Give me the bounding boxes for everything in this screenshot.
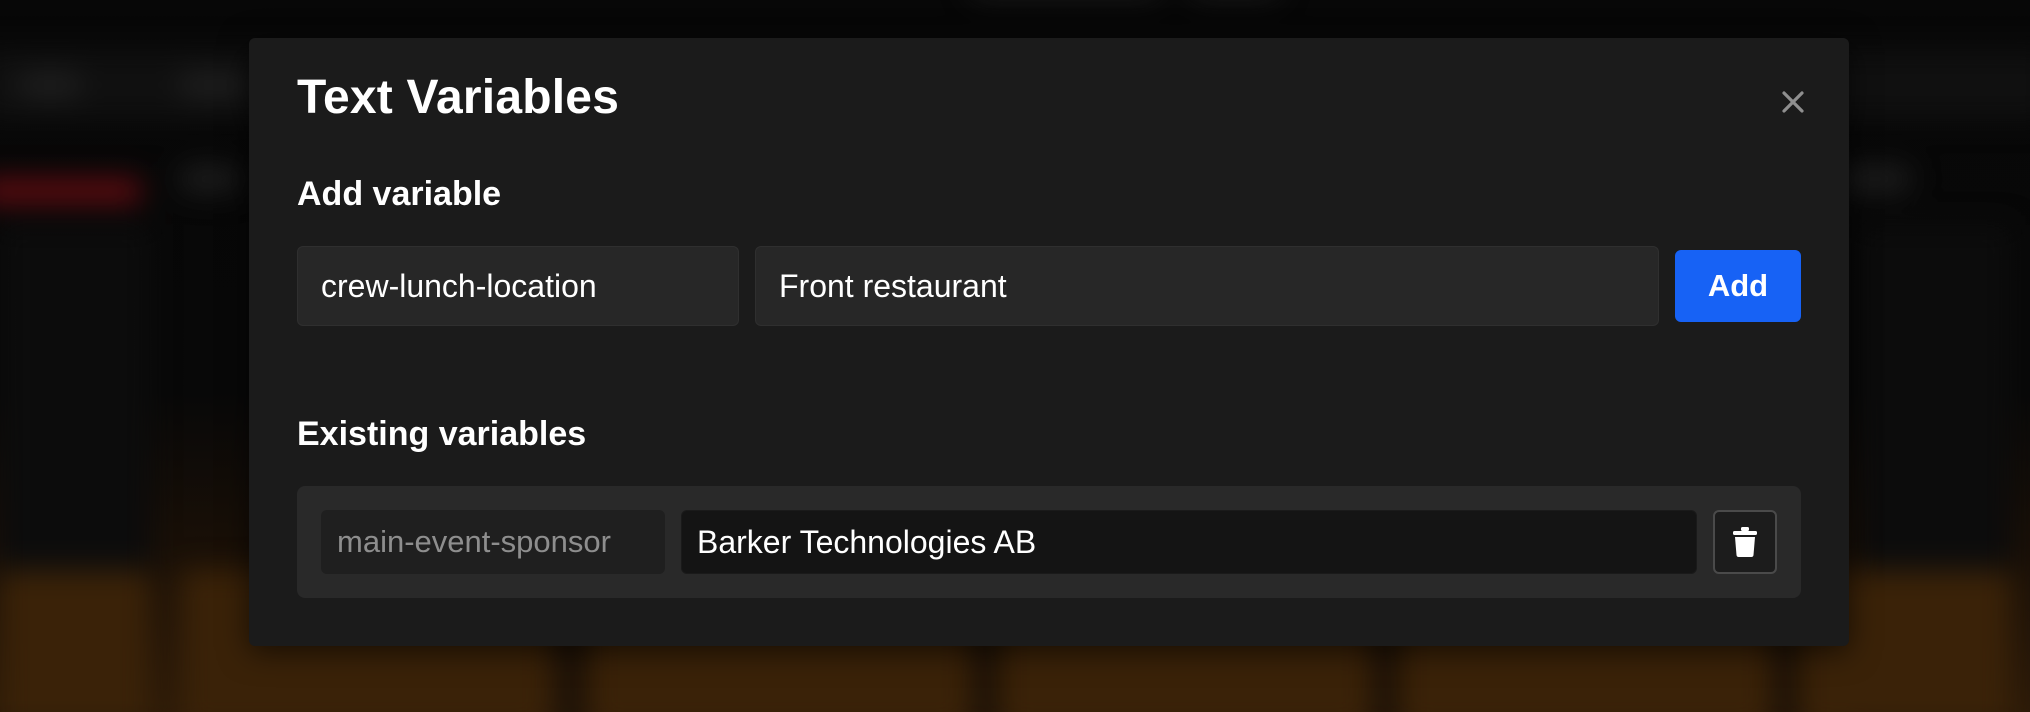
delete-variable-button[interactable] xyxy=(1713,510,1777,574)
trash-icon xyxy=(1733,527,1757,557)
background-chip xyxy=(180,72,250,98)
variable-value-field[interactable] xyxy=(681,510,1697,574)
existing-variables-heading: Existing variables xyxy=(297,415,587,453)
add-button[interactable]: Add xyxy=(1675,250,1801,322)
variable-value-input[interactable] xyxy=(755,246,1659,326)
text-variables-modal: Text Variables Add variable Add Existing… xyxy=(249,38,1849,646)
variable-name-input[interactable] xyxy=(297,246,739,326)
modal-title: Text Variables xyxy=(297,71,620,124)
background-chip xyxy=(20,72,80,98)
background-red-marker xyxy=(0,180,140,202)
close-button[interactable] xyxy=(1773,82,1813,122)
background-chip xyxy=(180,166,240,192)
background-card xyxy=(0,570,150,712)
variable-key-label: main-event-sponsor xyxy=(321,510,665,574)
background-chip xyxy=(1840,166,1910,192)
close-icon xyxy=(1782,91,1804,113)
variable-row: main-event-sponsor xyxy=(297,486,1801,598)
add-variable-heading: Add variable xyxy=(297,175,502,213)
